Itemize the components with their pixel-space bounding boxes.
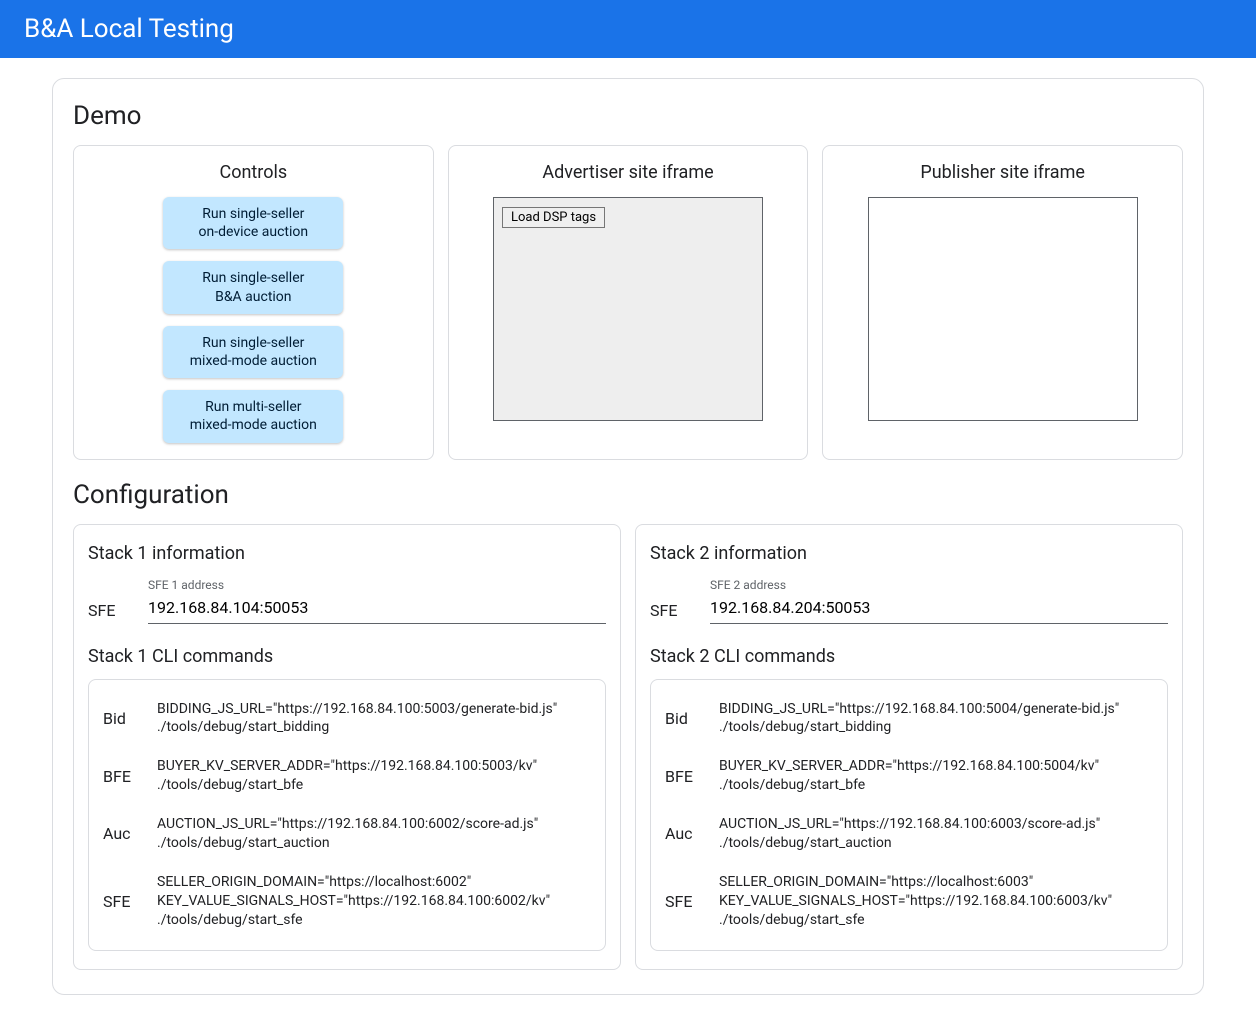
demo-title: Demo [73, 101, 1183, 131]
stack1-cli-box: Bid BIDDING_JS_URL="https://192.168.84.1… [88, 679, 606, 951]
stack2-cli-box: Bid BIDDING_JS_URL="https://192.168.84.1… [650, 679, 1168, 951]
demo-section: Demo Controls Run single-seller on-devic… [73, 101, 1183, 460]
stack2-panel: Stack 2 information SFE SFE 2 address St… [635, 524, 1183, 970]
advertiser-title: Advertiser site iframe [542, 162, 713, 183]
btn-line2: on-device auction [199, 224, 309, 240]
advertiser-iframe: Load DSP tags [493, 197, 763, 421]
cli-tag-sfe: SFE [665, 892, 705, 911]
stack1-sfe-row: SFE SELLER_ORIGIN_DOMAIN="https://localh… [103, 863, 591, 940]
cli-tag-bid: Bid [103, 709, 143, 728]
controls-title: Controls [220, 162, 288, 183]
run-single-seller-ba-button[interactable]: Run single-seller B&A auction [163, 261, 343, 313]
cli-tag-auc: Auc [103, 824, 143, 843]
stack1-sfe-row: SFE SFE 1 address [88, 578, 606, 624]
btn-line1: Run single-seller [202, 335, 304, 351]
cli-val-auc: AUCTION_JS_URL="https://192.168.84.100:6… [719, 815, 1153, 853]
main-card: Demo Controls Run single-seller on-devic… [52, 78, 1204, 995]
btn-line1: Run multi-seller [205, 399, 301, 415]
configuration-section: Configuration Stack 1 information SFE SF… [73, 480, 1183, 970]
stack2-sfe-field: SFE 2 address [710, 578, 1168, 624]
cli-tag-auc: Auc [665, 824, 705, 843]
cli-tag-bfe: BFE [665, 767, 705, 786]
cli-val-sfe: SELLER_ORIGIN_DOMAIN="https://localhost:… [157, 873, 591, 930]
stack2-sfe-tag: SFE [650, 601, 690, 624]
stack1-bid-row: Bid BIDDING_JS_URL="https://192.168.84.1… [103, 690, 591, 748]
run-single-seller-mixed-button[interactable]: Run single-seller mixed-mode auction [163, 326, 343, 378]
stack1-bfe-row: BFE BUYER_KV_SERVER_ADDR="https://192.16… [103, 747, 591, 805]
stack1-title: Stack 1 information [88, 543, 606, 564]
sfe2-address-input[interactable] [710, 594, 1168, 624]
config-row: Stack 1 information SFE SFE 1 address St… [73, 524, 1183, 970]
run-single-seller-on-device-button[interactable]: Run single-seller on-device auction [163, 197, 343, 249]
btn-line2: mixed-mode auction [190, 353, 317, 369]
stack2-cli-title: Stack 2 CLI commands [650, 646, 1168, 667]
publisher-panel: Publisher site iframe [822, 145, 1183, 460]
publisher-title: Publisher site iframe [920, 162, 1085, 183]
btn-line1: Run single-seller [202, 206, 304, 222]
cli-val-bfe: BUYER_KV_SERVER_ADDR="https://192.168.84… [157, 757, 591, 795]
cli-tag-sfe: SFE [103, 892, 143, 911]
demo-row: Controls Run single-seller on-device auc… [73, 145, 1183, 460]
stack2-sfe-label: SFE 2 address [710, 578, 1168, 592]
stack2-title: Stack 2 information [650, 543, 1168, 564]
cli-val-auc: AUCTION_JS_URL="https://192.168.84.100:6… [157, 815, 591, 853]
btn-line1: Run single-seller [202, 270, 304, 286]
publisher-iframe [868, 197, 1138, 421]
stack2-sfe-row: SFE SFE 2 address [650, 578, 1168, 624]
config-title: Configuration [73, 480, 1183, 510]
stack1-sfe-field: SFE 1 address [148, 578, 606, 624]
stack1-cli-title: Stack 1 CLI commands [88, 646, 606, 667]
cli-tag-bfe: BFE [103, 767, 143, 786]
stack1-sfe-label: SFE 1 address [148, 578, 606, 592]
load-dsp-tags-button[interactable]: Load DSP tags [502, 207, 605, 228]
run-multi-seller-mixed-button[interactable]: Run multi-seller mixed-mode auction [163, 390, 343, 442]
cli-val-bid: BIDDING_JS_URL="https://192.168.84.100:5… [719, 700, 1153, 738]
stack1-sfe-tag: SFE [88, 601, 128, 624]
stack2-bfe-row: BFE BUYER_KV_SERVER_ADDR="https://192.16… [665, 747, 1153, 805]
btn-line2: mixed-mode auction [190, 417, 317, 433]
stack1-auc-row: Auc AUCTION_JS_URL="https://192.168.84.1… [103, 805, 591, 863]
advertiser-panel: Advertiser site iframe Load DSP tags [448, 145, 809, 460]
cli-val-bfe: BUYER_KV_SERVER_ADDR="https://192.168.84… [719, 757, 1153, 795]
sfe1-address-input[interactable] [148, 594, 606, 624]
stack2-bid-row: Bid BIDDING_JS_URL="https://192.168.84.1… [665, 690, 1153, 748]
cli-tag-bid: Bid [665, 709, 705, 728]
controls-panel: Controls Run single-seller on-device auc… [73, 145, 434, 460]
controls-list: Run single-seller on-device auction Run … [163, 197, 343, 443]
stack1-panel: Stack 1 information SFE SFE 1 address St… [73, 524, 621, 970]
stack2-sfe-row: SFE SELLER_ORIGIN_DOMAIN="https://localh… [665, 863, 1153, 940]
app-title: B&A Local Testing [24, 14, 234, 44]
cli-val-bid: BIDDING_JS_URL="https://192.168.84.100:5… [157, 700, 591, 738]
app-header: B&A Local Testing [0, 0, 1256, 58]
btn-line2: B&A auction [215, 289, 291, 305]
cli-val-sfe: SELLER_ORIGIN_DOMAIN="https://localhost:… [719, 873, 1153, 930]
stack2-auc-row: Auc AUCTION_JS_URL="https://192.168.84.1… [665, 805, 1153, 863]
